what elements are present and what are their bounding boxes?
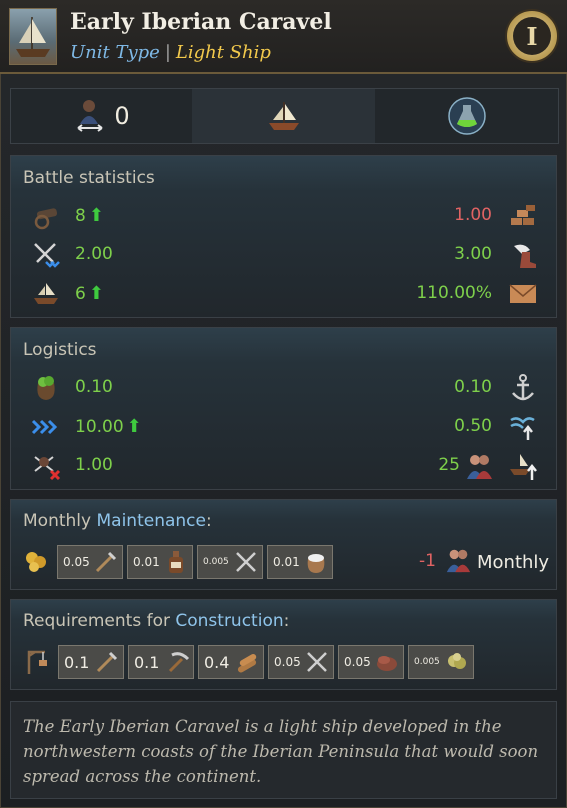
tooltip-header: Early Iberian Caravel Unit Type | Light Sh… [0, 0, 567, 74]
battle-row: 8 ⬆ 1.00 [11, 198, 556, 234]
envelope-icon [509, 284, 537, 303]
attack-value: 8 ⬆ [75, 205, 104, 226]
construction-link[interactable]: Construction [175, 611, 283, 631]
pop-cost-value: -1 [419, 551, 436, 571]
potion-flask-icon [448, 97, 486, 135]
fiber-icon [448, 653, 466, 669]
morale-value: 110.00% [416, 283, 492, 303]
supply-value: 0.10 [75, 377, 113, 397]
weapons-icon [236, 552, 256, 572]
speed-value: 10.00 ⬆ [75, 416, 142, 437]
hull-value: 6 ⬆ [75, 283, 104, 304]
anchor-icon [512, 374, 534, 401]
construction-item[interactable]: 0.1 [58, 645, 124, 679]
lumber-icon [237, 654, 257, 673]
battle-statistics-panel: Battle statistics 8⬆ 1.00 2.00 3.00 6⬆ [10, 155, 557, 318]
increase-arrow-icon: ⬆ [88, 205, 104, 226]
tools-icon [95, 551, 117, 573]
construction-item[interactable]: 0.1 [128, 645, 194, 679]
description-panel: The Early Iberian Caravel is a light shi… [10, 701, 557, 799]
anchor-value: 0.10 [454, 377, 492, 397]
maintenance-item[interactable]: 0.05 [57, 545, 123, 579]
maintenance-link[interactable]: Maintenance [96, 511, 205, 531]
speed-chevrons-icon [31, 419, 58, 435]
melee-value: 2.00 [75, 244, 113, 264]
ship-boarding-icon [34, 283, 58, 304]
battle-row: 2.00 3.00 [11, 237, 556, 273]
crossed-swords-icon [34, 243, 60, 268]
subtitle-separator: | [164, 42, 171, 63]
maintenance-panel: Monthly Maintenance: 0.05 0.01 0.005 0.0… [10, 499, 557, 590]
pickaxe-icon [168, 652, 190, 673]
waves-value: 0.50 [454, 416, 492, 436]
weapons-icon [307, 652, 327, 672]
logistics-row: 1.00 25 [11, 448, 556, 484]
monthly-label: Monthly [477, 552, 550, 573]
potion-cell[interactable] [376, 89, 558, 143]
unit-category[interactable]: Light Ship [176, 42, 271, 63]
bricks-icon [511, 205, 535, 225]
logistics-panel: Logistics 0.10 0.10 10.00 ⬆ 0.50 1.00 25 [10, 327, 557, 490]
crew-size-value: 25 [438, 455, 460, 475]
evasion-value: 3.00 [454, 244, 492, 264]
ship-icon [268, 102, 299, 130]
liquor-bottle-icon [169, 551, 183, 573]
winged-boot-icon [514, 244, 536, 268]
construction-item[interactable]: 0.05 [338, 645, 404, 679]
gold-coins-icon [26, 552, 46, 572]
increase-arrow-icon: ⬆ [88, 283, 104, 304]
ship-cell[interactable] [192, 89, 375, 143]
construction-panel: Requirements for Construction: 0.1 0.1 0… [10, 599, 557, 690]
defense-value: 1.00 [454, 205, 492, 225]
crew-cell[interactable]: 0 [11, 89, 191, 143]
unit-title: Early Iberian Caravel [70, 9, 332, 35]
tools-icon [96, 651, 118, 673]
maintenance-title: Monthly Maintenance: [23, 511, 212, 531]
crew-count: 0 [114, 102, 130, 130]
battle-statistics-title: Battle statistics [23, 168, 155, 188]
unit-info-bar: 0 [10, 88, 559, 144]
construction-item[interactable]: 0.05 [268, 645, 334, 679]
ship-up-icon [510, 454, 537, 480]
leather-icon [377, 656, 397, 671]
unit-subtitle: Unit Type | Light Ship [70, 42, 271, 63]
attrition-value: 1.00 [75, 455, 113, 475]
sailors-icon [467, 455, 492, 479]
maintenance-item[interactable]: 0.01 [267, 545, 333, 579]
age-badge-icon: I [505, 9, 559, 63]
cannon-icon [34, 208, 58, 230]
salt-sack-icon [307, 554, 325, 573]
age-numeral: I [513, 17, 551, 55]
increase-arrow-icon: ⬆ [126, 416, 142, 437]
construction-title: Requirements for Construction: [23, 611, 290, 631]
pirate-cancel-icon [34, 456, 61, 481]
logistics-title: Logistics [23, 340, 97, 360]
unit-type-link[interactable]: Unit Type [70, 42, 160, 63]
maintenance-item[interactable]: 0.005 [197, 545, 263, 579]
battle-row: 6 ⬆ 110.00% [11, 276, 556, 312]
unit-description: The Early Iberian Caravel is a light shi… [23, 717, 539, 786]
sailors-icon [446, 549, 471, 573]
building-crane-icon [27, 650, 47, 674]
maintenance-item[interactable]: 0.01 [127, 545, 193, 579]
logistics-row: 10.00 ⬆ 0.50 [11, 409, 556, 445]
caravel-portrait [9, 8, 57, 65]
food-sack-icon [37, 376, 55, 400]
construction-item[interactable]: 0.005 [408, 645, 474, 679]
logistics-row: 0.10 0.10 [11, 370, 556, 406]
crew-transfer-icon [77, 100, 103, 132]
construction-item[interactable]: 0.4 [198, 645, 264, 679]
waves-up-icon [510, 417, 535, 440]
